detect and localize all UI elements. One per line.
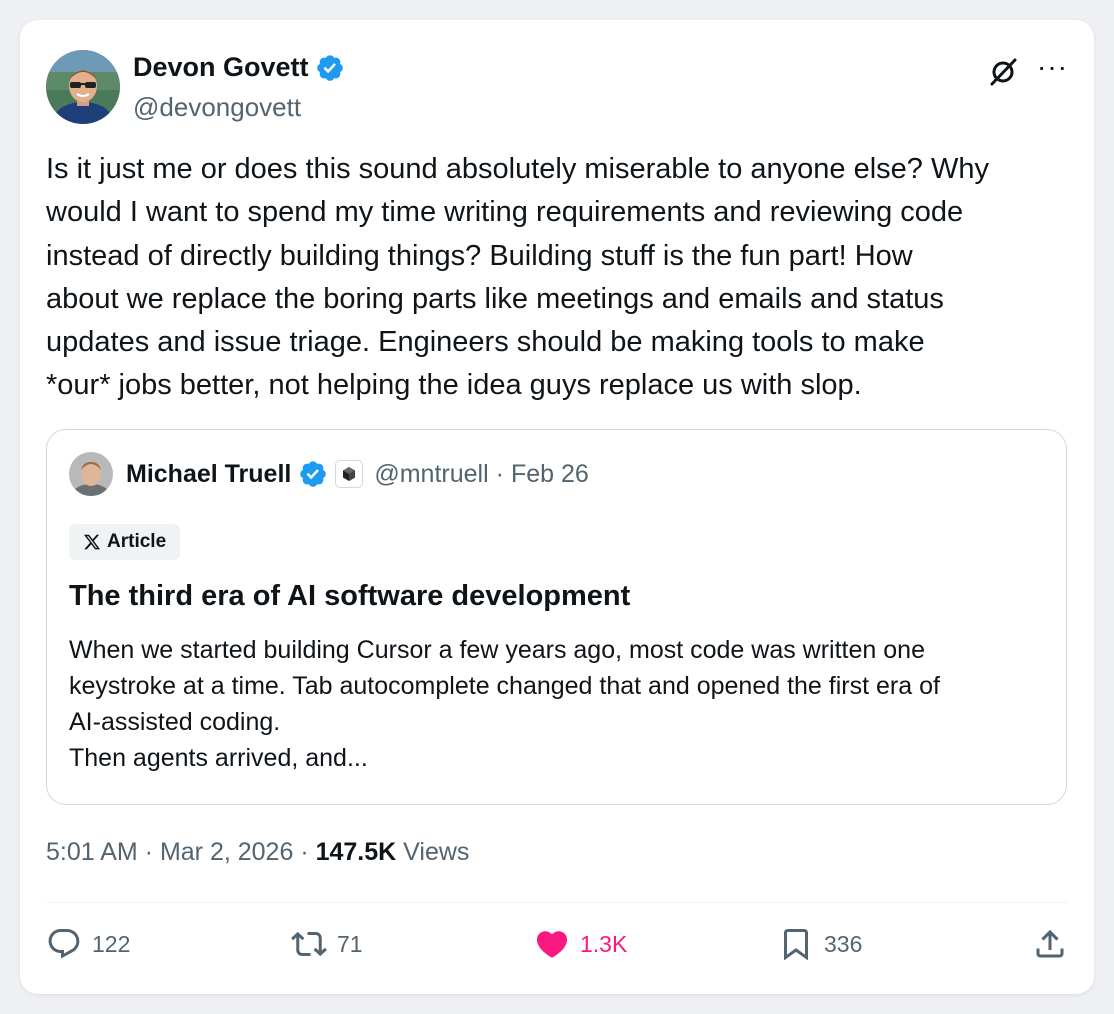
tweet-line: updates and issue triage. Engineers shou… bbox=[46, 326, 925, 359]
repost-count: 71 bbox=[337, 930, 363, 957]
reply-button[interactable]: 122 bbox=[46, 926, 130, 962]
author-handle[interactable]: @devongovett bbox=[133, 92, 301, 123]
article-chip: Article bbox=[69, 524, 181, 560]
more-icon[interactable]: ··· bbox=[1037, 53, 1068, 81]
article-line: keystroke at a time. Tab autocomplete ch… bbox=[69, 672, 940, 700]
meta-separator: · bbox=[293, 838, 316, 866]
like-button[interactable]: 1.3K bbox=[534, 926, 627, 962]
share-icon bbox=[1036, 929, 1064, 958]
grok-icon[interactable] bbox=[987, 56, 1019, 88]
tweet-text: Is it just me or does this sound absolut… bbox=[46, 148, 1076, 408]
tweet-line: about we replace the boring parts like m… bbox=[46, 282, 944, 315]
tweet-header: Devon Govett @devongovett ··· bbox=[46, 50, 1068, 126]
author-avatar[interactable] bbox=[46, 50, 120, 124]
bookmark-button[interactable]: 336 bbox=[778, 926, 862, 962]
quoted-tweet-date[interactable]: Feb 26 bbox=[511, 460, 589, 489]
tweet-meta: 5:01 AM · Mar 2, 2026 · 147.5K Views bbox=[46, 838, 469, 867]
reply-icon bbox=[48, 929, 80, 959]
tweet-line: Is it just me or does this sound absolut… bbox=[46, 153, 989, 185]
views-label: Views bbox=[396, 838, 470, 866]
author-name-row: Devon Govett bbox=[133, 52, 345, 83]
tweet-line: instead of directly building things? Bui… bbox=[46, 239, 913, 272]
tweet-date[interactable]: Mar 2, 2026 bbox=[160, 838, 293, 866]
quoted-tweet[interactable]: Michael Truell @mntruell · Feb 26 Articl… bbox=[46, 429, 1067, 805]
verified-badge-icon bbox=[300, 461, 327, 487]
repost-icon bbox=[291, 931, 327, 957]
author-name[interactable]: Devon Govett bbox=[133, 52, 309, 83]
top-actions: ··· bbox=[987, 53, 1068, 88]
meta-separator: · bbox=[137, 838, 160, 866]
tweet-line: would I want to spend my time writing re… bbox=[46, 196, 964, 229]
quoted-author-avatar[interactable] bbox=[69, 452, 113, 496]
quoted-author-name[interactable]: Michael Truell bbox=[126, 460, 291, 489]
article-line: AI-assisted coding. bbox=[69, 708, 281, 736]
quoted-author-handle[interactable]: @mntruell bbox=[374, 460, 488, 489]
tweet-line: *our* jobs better, not helping the idea … bbox=[46, 369, 862, 402]
quoted-tweet-header: Michael Truell @mntruell · Feb 26 bbox=[69, 452, 589, 496]
like-icon bbox=[536, 931, 568, 958]
article-line: When we started building Cursor a few ye… bbox=[69, 636, 925, 664]
views-count[interactable]: 147.5K bbox=[316, 838, 397, 866]
action-bar: 122 71 1.3K 336 bbox=[46, 926, 1068, 970]
tweet-card: Devon Govett @devongovett ··· Is it just… bbox=[20, 20, 1094, 994]
tweet-time[interactable]: 5:01 AM bbox=[46, 838, 138, 866]
article-line: Then agents arrived, and... bbox=[69, 744, 368, 772]
bookmark-count: 336 bbox=[824, 930, 863, 957]
article-preview: When we started building Cursor a few ye… bbox=[69, 632, 1059, 776]
article-title[interactable]: The third era of AI software development bbox=[69, 580, 630, 613]
divider bbox=[46, 902, 1068, 903]
repost-button[interactable]: 71 bbox=[291, 926, 363, 962]
x-logo-icon bbox=[83, 534, 101, 550]
meta-separator: · bbox=[495, 459, 504, 488]
reply-count: 122 bbox=[92, 930, 131, 957]
affiliate-cube-icon[interactable] bbox=[335, 460, 364, 488]
share-button[interactable] bbox=[1032, 926, 1068, 962]
verified-badge-icon bbox=[316, 54, 343, 81]
article-chip-label: Article bbox=[107, 531, 167, 552]
bookmark-icon bbox=[784, 929, 808, 961]
like-count: 1.3K bbox=[580, 930, 628, 957]
